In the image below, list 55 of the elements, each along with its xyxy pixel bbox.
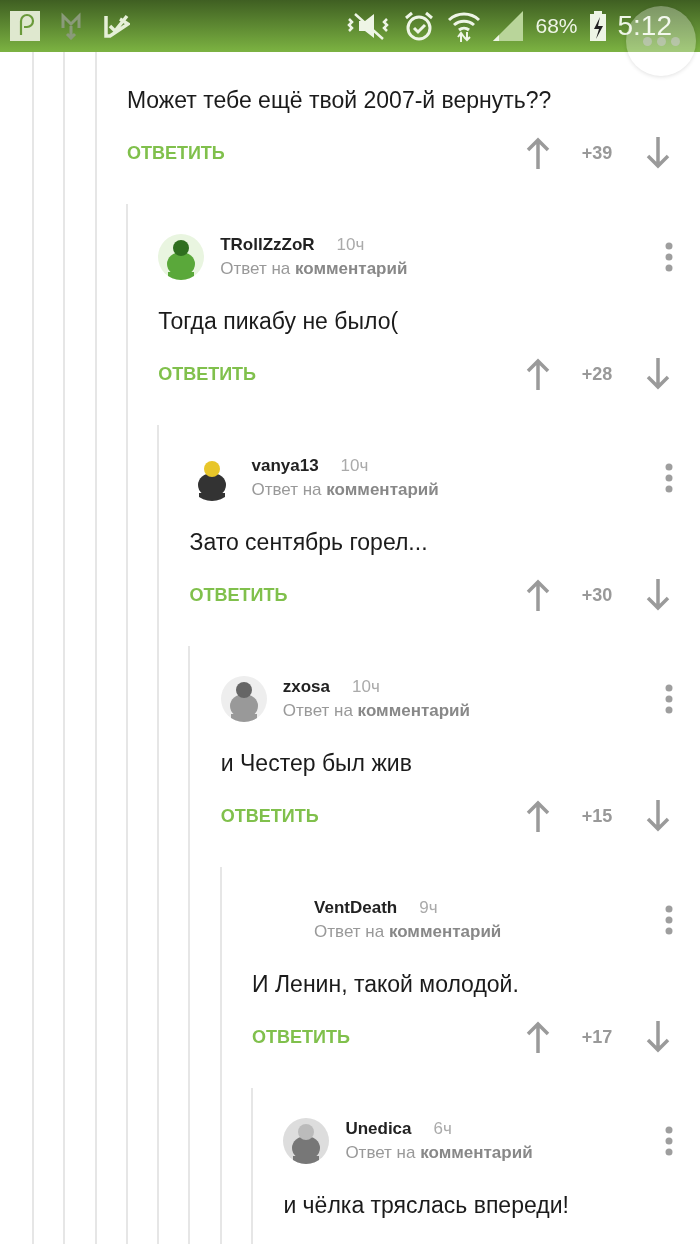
more-options-icon[interactable] <box>665 1126 673 1156</box>
clock-time: 5:12 <box>617 10 672 42</box>
reply-button[interactable]: ОТВЕТИТЬ <box>252 1026 350 1048</box>
downvote-icon[interactable] <box>646 1021 670 1053</box>
reply-button[interactable]: ОТВЕТИТЬ <box>189 584 288 606</box>
comment-time: 10ч <box>352 677 380 697</box>
alarm-icon <box>403 10 436 42</box>
upvote-icon[interactable] <box>526 800 550 832</box>
username[interactable]: Unedica <box>345 1119 412 1139</box>
username[interactable]: VentDeath <box>314 898 398 918</box>
more-options-icon[interactable] <box>665 242 673 272</box>
comment-time: 9ч <box>419 898 438 918</box>
reply-to-link[interactable]: Ответ на комментарий <box>220 259 665 279</box>
more-options-icon[interactable] <box>665 684 673 714</box>
more-options-icon[interactable] <box>665 905 673 935</box>
comment-time: 10ч <box>336 235 365 255</box>
username[interactable]: TRollZzZoR <box>220 235 315 255</box>
checkmark-icon <box>102 12 130 40</box>
comment-text: И Ленин, такой молодой. <box>252 970 520 999</box>
upvote-icon[interactable] <box>526 579 550 611</box>
battery-percentage: 68% <box>535 14 578 38</box>
downvote-icon[interactable] <box>646 137 670 169</box>
reply-button[interactable]: ОТВЕТИТЬ <box>220 805 319 827</box>
app-icon <box>10 11 40 41</box>
downvote-icon[interactable] <box>646 579 670 611</box>
username[interactable]: zxosa <box>282 677 331 697</box>
comment-text: Зато сентябрь горел... <box>189 528 429 557</box>
upvote-icon[interactable] <box>526 137 550 169</box>
upvote-icon[interactable] <box>526 358 550 390</box>
comment-text: Может тебе ещё твой 2007-й вернуть?? <box>126 86 553 115</box>
upvote-icon[interactable] <box>526 1021 550 1053</box>
more-options-icon[interactable] <box>665 463 673 493</box>
comment-text: и Честер был жив <box>220 749 413 778</box>
vote-score: +17 <box>580 1026 614 1048</box>
reply-to-link[interactable]: Ответ на комментарий <box>345 1143 665 1163</box>
vote-score: +28 <box>580 363 614 385</box>
reply-to-link[interactable]: Ответ на комментарий <box>251 480 665 500</box>
downvote-icon[interactable] <box>646 358 670 390</box>
vote-score: +15 <box>580 805 614 827</box>
reply-button[interactable]: ОТВЕТИТЬ <box>158 363 257 385</box>
download-icon <box>60 12 82 40</box>
downvote-icon[interactable] <box>646 800 670 832</box>
wifi-icon <box>447 10 482 42</box>
reply-button[interactable]: ОТВЕТИТЬ <box>126 142 225 164</box>
reply-to-link[interactable]: Ответ на комментарий <box>314 922 665 942</box>
comment-time: 6ч <box>433 1119 452 1139</box>
username[interactable]: vanya13 <box>251 456 319 476</box>
comment-text: и чёлка тряслась впереди! <box>283 1191 570 1220</box>
battery-charging-icon <box>589 11 606 41</box>
vote-score: +30 <box>580 584 614 606</box>
reply-to-link[interactable]: Ответ на комментарий <box>282 701 665 721</box>
comment-time: 10ч <box>340 456 369 476</box>
vote-score: +39 <box>580 142 614 164</box>
signal-icon <box>493 11 524 41</box>
comment-text: Тогда пикабу не было( <box>158 307 400 336</box>
